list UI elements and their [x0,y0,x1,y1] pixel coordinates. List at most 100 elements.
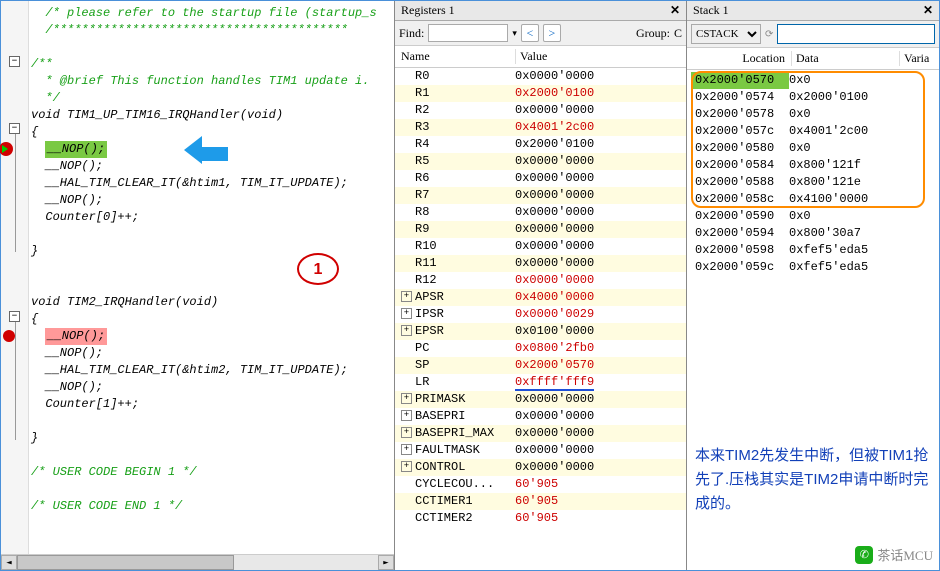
code-line[interactable]: /* please refer to the startup file (sta… [31,5,392,22]
code-line[interactable]: /* USER CODE END 1 */ [31,498,392,515]
expand-icon[interactable]: + [401,325,412,336]
register-row[interactable]: +IPSR0x0000'0029 [395,306,686,323]
register-row[interactable]: R100x0000'0000 [395,238,686,255]
code-line[interactable]: void TIM1_UP_TIM16_IRQHandler(void) [31,107,392,124]
registers-title-bar[interactable]: Registers 1 ✕ [395,1,686,21]
code-line[interactable]: } [31,430,392,447]
scroll-right-icon[interactable]: ► [378,555,394,570]
register-row[interactable]: +APSR0x4000'0000 [395,289,686,306]
code-line[interactable]: /** [31,56,392,73]
register-row[interactable]: R80x0000'0000 [395,204,686,221]
code-line[interactable] [31,413,392,430]
breakpoint-current-icon[interactable] [0,142,13,156]
register-row[interactable]: R90x0000'0000 [395,221,686,238]
code-line[interactable]: */ [31,90,392,107]
find-next-button[interactable]: > [543,24,561,42]
find-input[interactable] [428,24,508,42]
find-prev-button[interactable]: < [521,24,539,42]
registers-list[interactable]: R00x0000'0000R10x2000'0100R20x0000'0000R… [395,68,686,570]
close-icon[interactable]: ✕ [923,3,933,18]
breakpoint-icon[interactable] [3,330,15,342]
expand-icon[interactable]: + [401,444,412,455]
code-line[interactable]: { [31,311,392,328]
register-row[interactable]: +PRIMASK0x0000'0000 [395,391,686,408]
register-row[interactable]: R120x0000'0000 [395,272,686,289]
stack-row[interactable]: 0x2000'05800x0 [691,140,935,157]
code-body[interactable]: 1 /* please refer to the startup file (s… [29,1,394,570]
register-row[interactable]: +CONTROL0x0000'0000 [395,459,686,476]
code-line[interactable]: Counter[0]++; [31,209,392,226]
register-row[interactable]: R40x2000'0100 [395,136,686,153]
col-variable[interactable]: Varia [899,51,939,66]
stack-row[interactable]: 0x2000'05740x2000'0100 [691,89,935,106]
register-row[interactable]: LR0xffff'fff9 [395,374,686,391]
register-row[interactable]: CCTIMER260'905 [395,510,686,527]
code-line[interactable]: /* USER CODE BEGIN 1 */ [31,464,392,481]
scroll-left-icon[interactable]: ◄ [1,555,17,570]
register-row[interactable]: +FAULTMASK0x0000'0000 [395,442,686,459]
expand-icon[interactable]: + [401,410,412,421]
fold-icon[interactable]: − [9,123,20,134]
code-line[interactable] [31,277,392,294]
close-icon[interactable]: ✕ [670,3,680,18]
code-line[interactable] [31,226,392,243]
col-data[interactable]: Data [791,51,899,66]
expand-icon[interactable]: + [401,393,412,404]
stack-row[interactable]: 0x2000'05880x800'121e [691,174,935,191]
col-location[interactable]: Location [687,51,791,66]
register-row[interactable]: +BASEPRI_MAX0x0000'0000 [395,425,686,442]
address-input[interactable] [777,24,935,44]
stack-row[interactable]: 0x2000'05840x800'121f [691,157,935,174]
register-row[interactable]: SP0x2000'0570 [395,357,686,374]
code-line[interactable]: __HAL_TIM_CLEAR_IT(&htim2, TIM_IT_UPDATE… [31,362,392,379]
register-row[interactable]: R50x0000'0000 [395,153,686,170]
code-line[interactable]: __HAL_TIM_CLEAR_IT(&htim1, TIM_IT_UPDATE… [31,175,392,192]
code-line[interactable]: __NOP(); [31,379,392,396]
expand-icon[interactable]: + [401,291,412,302]
code-line[interactable]: Counter[1]++; [31,396,392,413]
register-row[interactable]: CYCLECOU...60'905 [395,476,686,493]
stack-row[interactable]: 0x2000'05940x800'30a7 [691,225,935,242]
register-row[interactable]: R70x0000'0000 [395,187,686,204]
code-line[interactable]: void TIM2_IRQHandler(void) [31,294,392,311]
expand-icon[interactable]: + [401,427,412,438]
horizontal-scrollbar[interactable]: ◄ ► [1,554,394,570]
code-line[interactable]: __NOP(); [31,328,392,345]
stack-title-bar[interactable]: Stack 1 ✕ [687,1,939,21]
code-line[interactable] [31,447,392,464]
register-row[interactable]: R10x2000'0100 [395,85,686,102]
register-row[interactable]: R110x0000'0000 [395,255,686,272]
group-value[interactable]: C [674,26,682,41]
code-line[interactable] [31,39,392,56]
register-row[interactable]: R30x4001'2c00 [395,119,686,136]
stack-row[interactable]: 0x2000'05900x0 [691,208,935,225]
register-row[interactable]: R60x0000'0000 [395,170,686,187]
expand-icon[interactable]: + [401,461,412,472]
col-name[interactable]: Name [395,49,515,64]
scroll-thumb[interactable] [17,555,234,570]
refresh-icon[interactable]: ⟳ [765,29,773,40]
stack-select[interactable]: CSTACK [691,24,761,44]
register-row[interactable]: +EPSR0x0100'0000 [395,323,686,340]
register-row[interactable]: +BASEPRI0x0000'0000 [395,408,686,425]
register-row[interactable]: R00x0000'0000 [395,68,686,85]
stack-row[interactable]: 0x2000'058c0x4100'0000 [691,191,935,208]
stack-row[interactable]: 0x2000'05780x0 [691,106,935,123]
fold-icon[interactable]: − [9,56,20,67]
fold-icon[interactable]: − [9,311,20,322]
code-line[interactable]: { [31,124,392,141]
register-row[interactable]: CCTIMER160'905 [395,493,686,510]
expand-icon[interactable]: + [401,308,412,319]
stack-list[interactable]: 0x2000'05700x00x2000'05740x2000'01000x20… [687,70,939,570]
stack-row[interactable]: 0x2000'059c0xfef5'eda5 [691,259,935,276]
stack-row[interactable]: 0x2000'05700x0 [691,72,935,89]
register-row[interactable]: PC0x0800'2fb0 [395,340,686,357]
register-row[interactable]: R20x0000'0000 [395,102,686,119]
stack-row[interactable]: 0x2000'05980xfef5'eda5 [691,242,935,259]
code-line[interactable]: } [31,243,392,260]
code-line[interactable]: __NOP(); [31,345,392,362]
stack-row[interactable]: 0x2000'057c0x4001'2c00 [691,123,935,140]
code-line[interactable]: * @brief This function handles TIM1 upda… [31,73,392,90]
col-value[interactable]: Value [515,49,686,64]
code-line[interactable] [31,481,392,498]
